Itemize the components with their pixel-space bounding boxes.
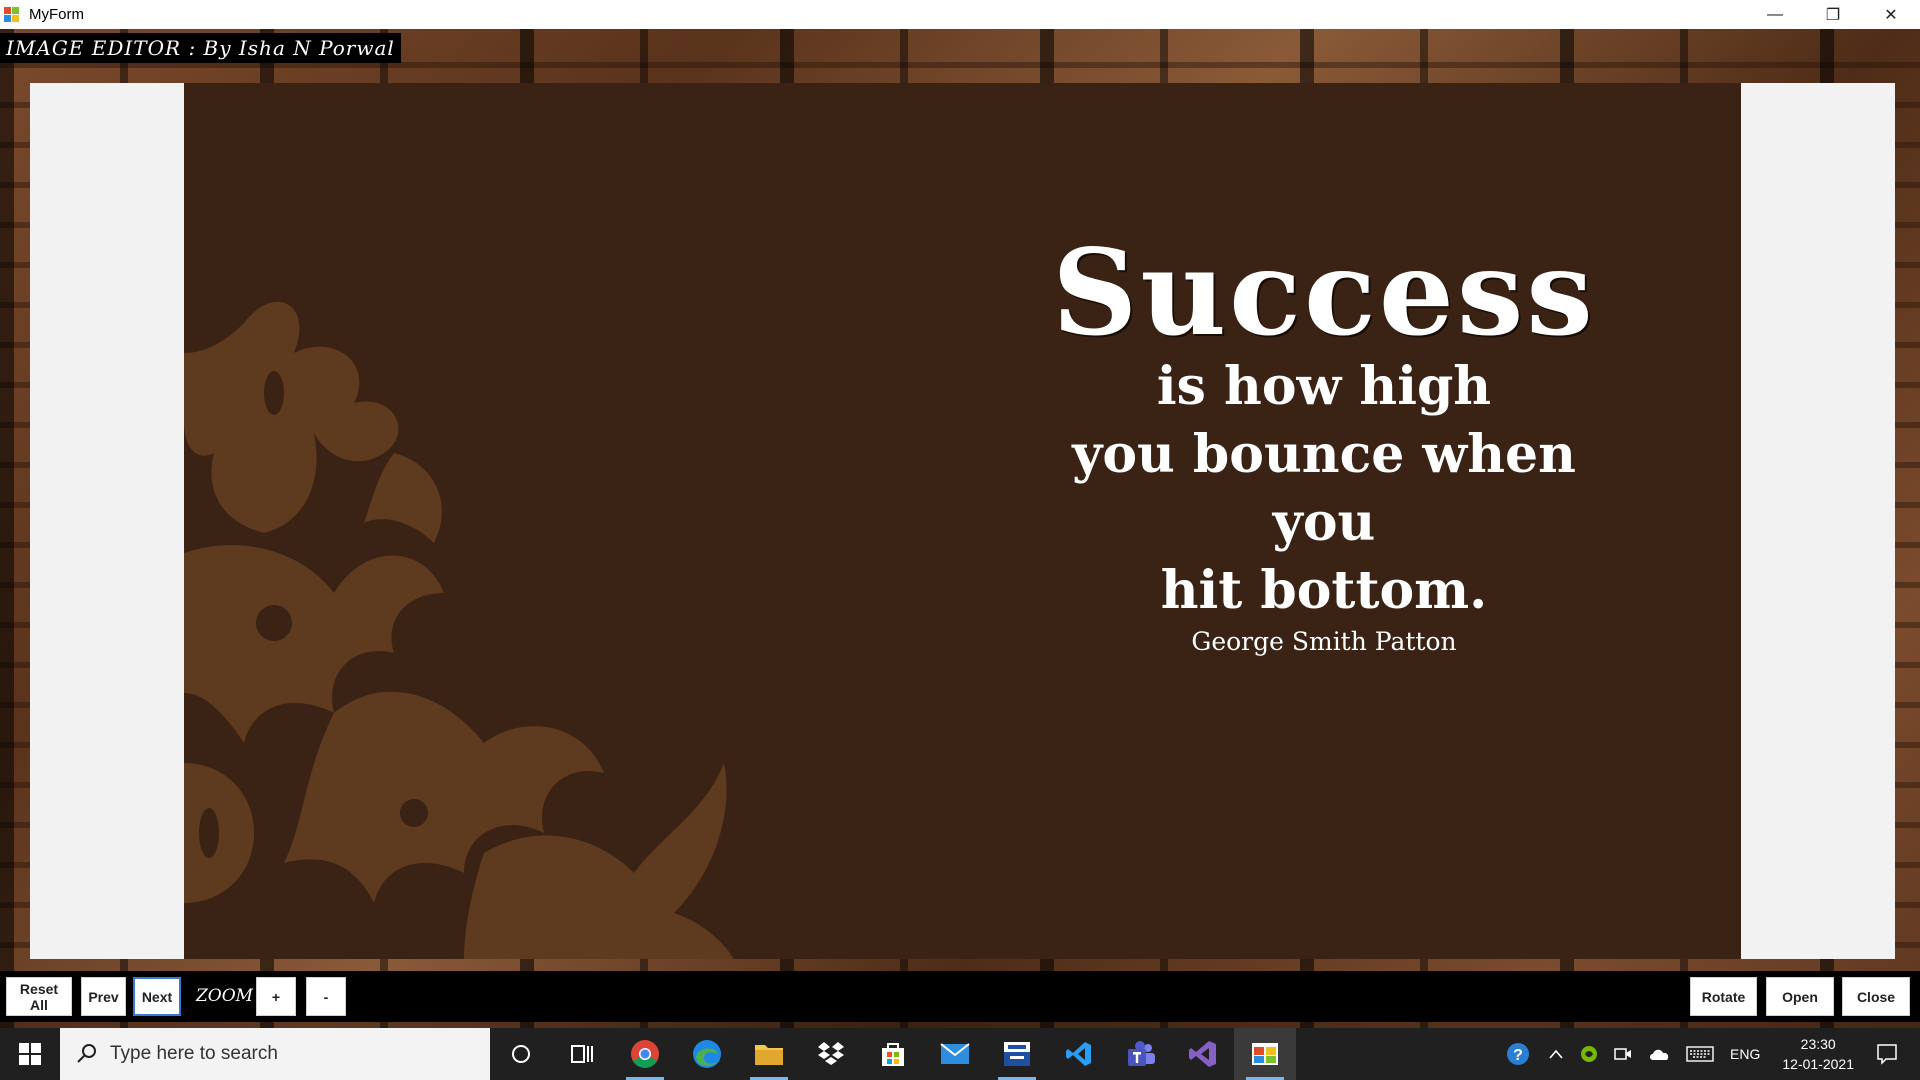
quote-line: you bounce when you [1072, 424, 1576, 553]
close-button[interactable]: Close [1842, 977, 1910, 1016]
picture-box: Success is how high you bounce when you … [30, 83, 1895, 959]
clock[interactable]: 23:30 12-01-2021 [1782, 1034, 1854, 1074]
vscode-logo-icon [1066, 1042, 1091, 1066]
dev-cpp-icon[interactable] [986, 1028, 1048, 1080]
keyboard-glyph-icon [1686, 1046, 1714, 1062]
quote-headline: Success [1052, 223, 1596, 362]
chevron-up-glyph-icon [1549, 1049, 1563, 1059]
svg-text:?: ? [1513, 1047, 1523, 1064]
clock-time: 23:30 [1800, 1036, 1836, 1052]
onedrive-icon[interactable] [1648, 1047, 1670, 1061]
editor-toolbar: Reset All Prev Next + - Rotate Open Clos… [0, 971, 1920, 1022]
green-leaf-icon [1581, 1046, 1598, 1062]
meet-now-icon[interactable] [1614, 1046, 1632, 1062]
teams-logo-icon [1128, 1041, 1155, 1066]
quote-line: hit bottom. [1160, 560, 1488, 621]
store-bag-icon [882, 1043, 904, 1066]
help-icon[interactable]: ? [1506, 1041, 1532, 1067]
taskbar: Type here to search ? ENG 23:30 12-01-20… [0, 1028, 1920, 1080]
quote-line: is how high [1156, 356, 1492, 417]
cloud-icon [1650, 1049, 1669, 1060]
task-view-glyph-icon [571, 1045, 593, 1063]
edge-icon[interactable] [676, 1028, 738, 1080]
dev-cpp-logo-icon [1004, 1042, 1030, 1066]
quote-author: George Smith Patton [1191, 627, 1457, 656]
open-button[interactable]: Open [1766, 977, 1834, 1016]
circle-icon [512, 1045, 530, 1063]
teams-icon[interactable] [1110, 1028, 1172, 1080]
vscode-icon[interactable] [1048, 1028, 1110, 1080]
reset-all-button[interactable]: Reset All [6, 977, 72, 1016]
ornament-decoration [184, 301, 734, 959]
search-icon [77, 1044, 96, 1063]
clock-date: 12-01-2021 [1782, 1056, 1854, 1072]
title-bar: MyForm — ❐ ✕ [0, 0, 1920, 29]
envelope-icon [940, 1043, 970, 1064]
zoom-out-button[interactable]: - [306, 977, 346, 1016]
visual-studio-icon[interactable] [1172, 1028, 1234, 1080]
help-circle-icon: ? [1507, 1043, 1530, 1065]
prev-button[interactable]: Prev [81, 977, 126, 1016]
zoom-label: ZOOM [196, 986, 254, 1006]
camera-icon [1614, 1048, 1632, 1060]
visual-studio-logo-icon [1189, 1041, 1216, 1067]
app-icon [4, 6, 20, 23]
dropbox-logo-icon [818, 1042, 844, 1065]
window-controls: — ❐ ✕ [1746, 0, 1920, 29]
window-title: MyForm [29, 6, 84, 23]
dropbox-icon[interactable] [800, 1028, 862, 1080]
store-icon[interactable] [862, 1028, 924, 1080]
next-button[interactable]: Next [133, 977, 181, 1016]
task-view-icon[interactable] [552, 1028, 614, 1080]
displayed-image: Success is how high you bounce when you … [184, 83, 1741, 959]
myform-app-icon[interactable] [1234, 1028, 1296, 1080]
folder-icon [755, 1045, 783, 1065]
taskbar-search-box[interactable]: Type here to search [60, 1028, 490, 1080]
file-explorer-icon[interactable] [738, 1028, 800, 1080]
start-button[interactable] [0, 1028, 60, 1080]
windows-logo-icon [19, 1043, 41, 1065]
nvidia-icon[interactable] [1580, 1045, 1598, 1063]
chrome-logo-icon [631, 1040, 659, 1068]
reset-all-label-line1: Reset [19, 980, 59, 997]
cortana-icon[interactable] [490, 1028, 552, 1080]
quote-text: Success is how high you bounce when you … [1044, 223, 1604, 657]
speech-bubble-icon [1877, 1044, 1897, 1065]
chrome-icon[interactable] [614, 1028, 676, 1080]
system-tray: ? ENG 23:30 12-01-2021 [1498, 1028, 1920, 1080]
zoom-in-button[interactable]: + [256, 977, 296, 1016]
notifications-icon[interactable] [1876, 1043, 1898, 1065]
rotate-button[interactable]: Rotate [1690, 977, 1757, 1016]
mail-icon[interactable] [924, 1028, 986, 1080]
keyboard-icon[interactable] [1686, 1046, 1714, 1062]
restore-button[interactable]: ❐ [1804, 0, 1862, 29]
myform-window-icon [1252, 1043, 1278, 1065]
edge-logo-icon [693, 1040, 721, 1068]
chevron-up-icon[interactable] [1548, 1048, 1564, 1060]
minimize-button[interactable]: — [1746, 0, 1804, 29]
reset-all-label-line2: All [30, 996, 48, 1013]
editor-title-label: IMAGE EDITOR : By Isha N Porwal [0, 33, 401, 63]
search-placeholder: Type here to search [110, 1043, 278, 1064]
language-indicator[interactable]: ENG [1730, 1046, 1760, 1062]
close-window-button[interactable]: ✕ [1862, 0, 1920, 29]
